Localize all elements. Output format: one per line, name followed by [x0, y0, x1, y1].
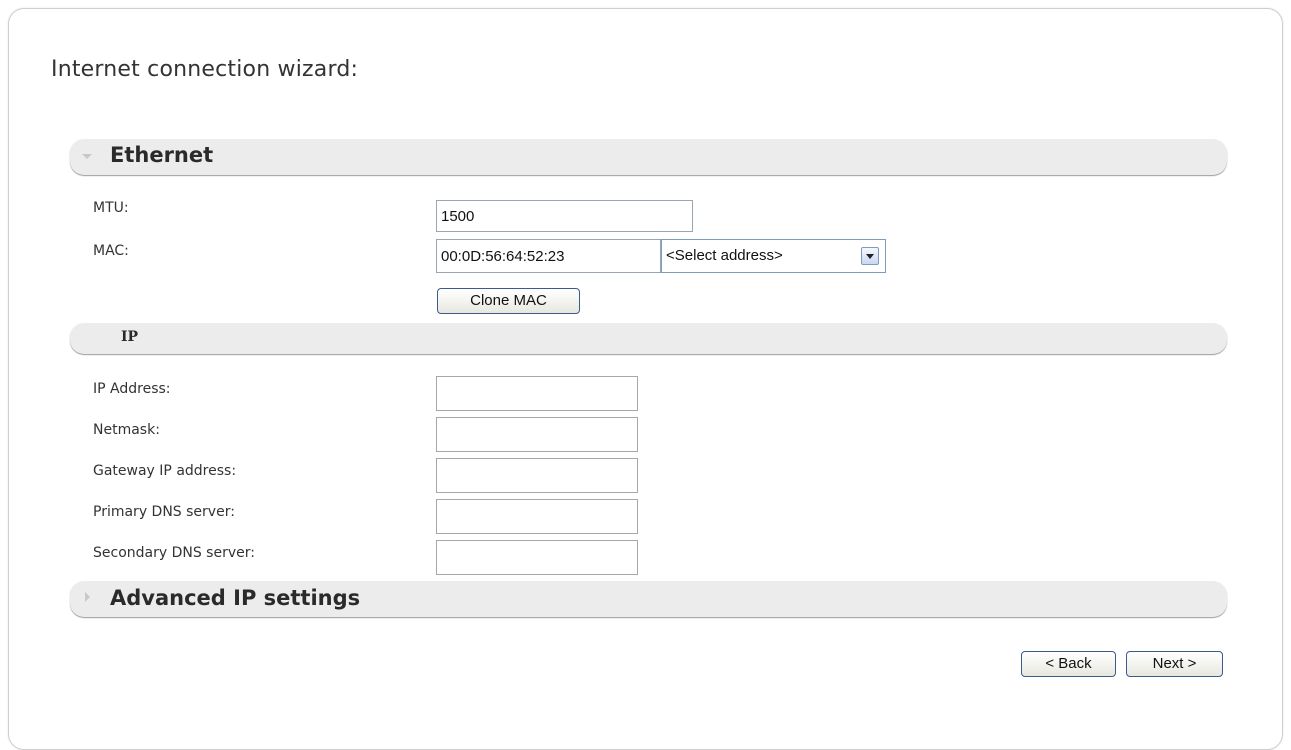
primary-dns-label: Primary DNS server: — [93, 504, 235, 520]
ip-address-label: IP Address: — [93, 381, 171, 397]
mac-label: MAC: — [93, 243, 129, 259]
mac-input[interactable] — [436, 239, 661, 273]
netmask-label: Netmask: — [93, 422, 160, 438]
primary-dns-input[interactable] — [436, 499, 638, 534]
back-button[interactable]: < Back — [1021, 651, 1116, 677]
ip-section-header — [70, 323, 1227, 354]
netmask-input[interactable] — [436, 417, 638, 452]
collapse-triangle-icon[interactable] — [82, 154, 92, 159]
expand-triangle-icon[interactable] — [85, 592, 90, 602]
secondary-dns-label: Secondary DNS server: — [93, 545, 255, 561]
secondary-dns-input[interactable] — [436, 540, 638, 575]
ethernet-section-header[interactable] — [70, 139, 1227, 175]
ethernet-section-title[interactable]: Ethernet — [110, 143, 213, 167]
mtu-label: MTU: — [93, 200, 129, 216]
ip-address-input[interactable] — [436, 376, 638, 411]
gateway-ip-input[interactable] — [436, 458, 638, 493]
clone-mac-button[interactable]: Clone MAC — [437, 288, 580, 314]
mtu-input[interactable] — [436, 200, 693, 232]
gateway-ip-label: Gateway IP address: — [93, 463, 237, 479]
wizard-panel — [8, 8, 1283, 750]
chevron-down-icon[interactable] — [861, 247, 879, 265]
page-title: Internet connection wizard: — [51, 57, 359, 82]
next-button[interactable]: Next > — [1126, 651, 1223, 677]
mac-address-select[interactable]: <Select address> — [661, 239, 886, 273]
advanced-ip-section-title[interactable]: Advanced IP settings — [110, 586, 360, 610]
mac-address-select-value: <Select address> — [666, 247, 783, 264]
ip-section-title: IP — [121, 329, 139, 345]
